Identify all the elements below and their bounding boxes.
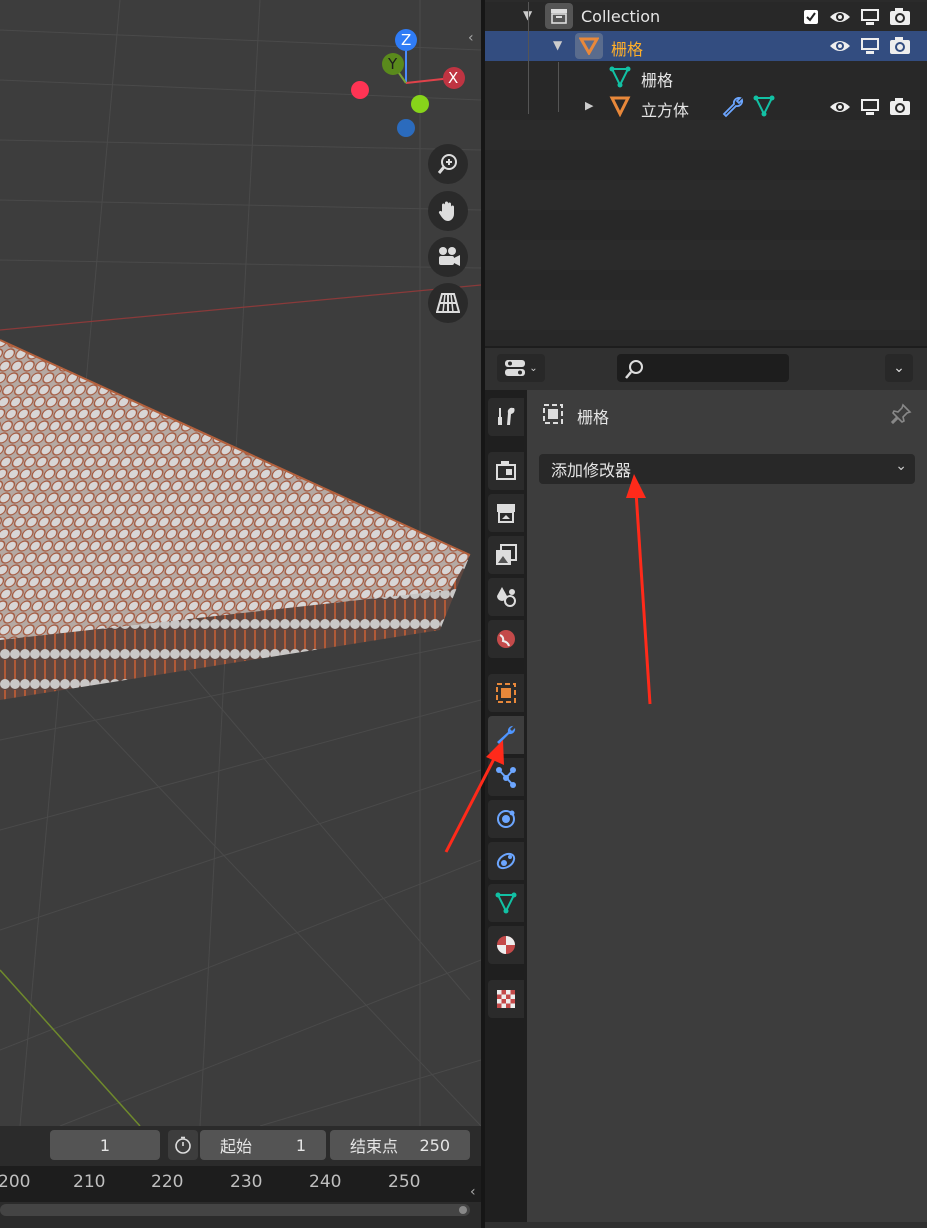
annotation-arrows (444, 474, 652, 853)
annotation-arrow-to-modifier-tab (444, 740, 504, 853)
annotation-arrow-to-add-modifier (626, 474, 652, 705)
